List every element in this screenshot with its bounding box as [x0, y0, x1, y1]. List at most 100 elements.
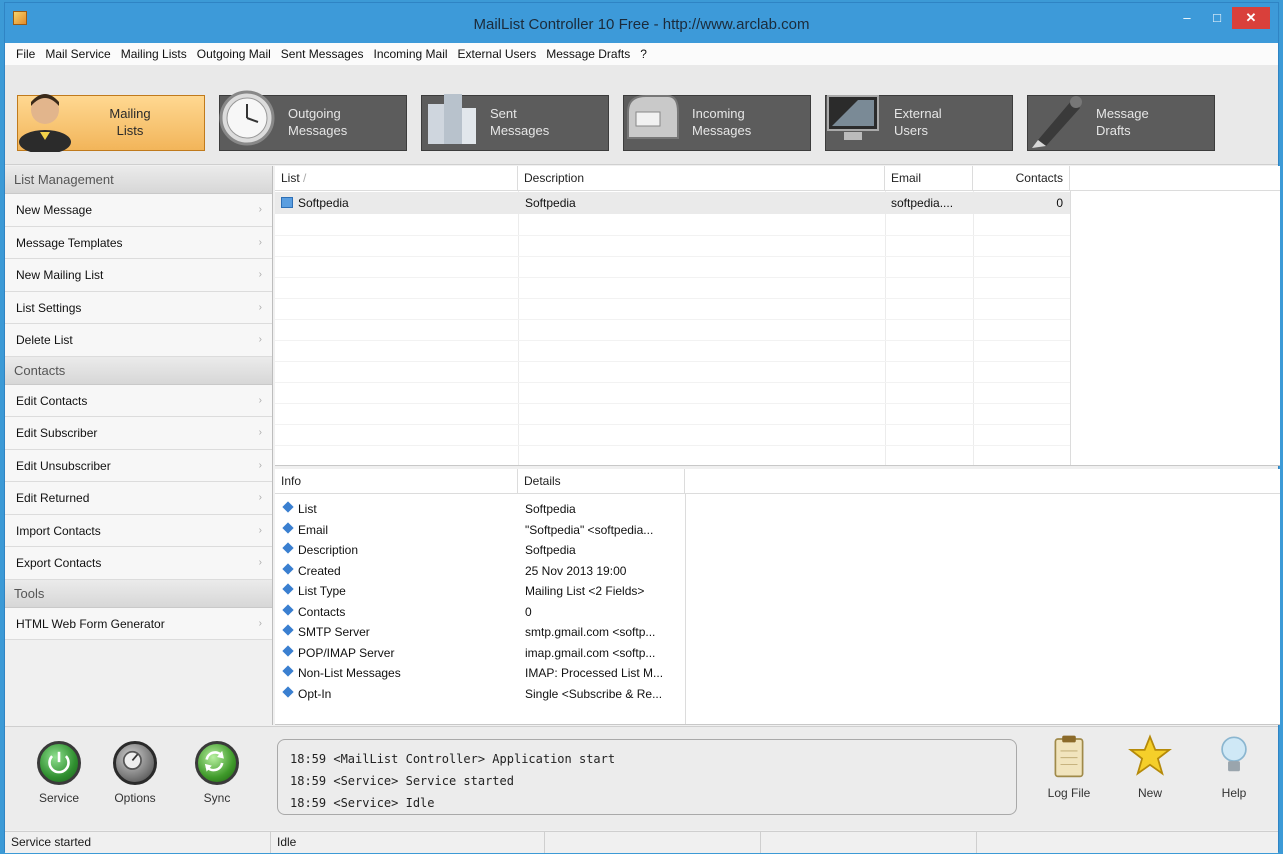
- button-label: Sync: [203, 791, 231, 805]
- tool-mailing-lists[interactable]: Mailing Lists: [17, 94, 205, 152]
- info-value: Mailing List <2 Fields>: [525, 584, 645, 598]
- row-divider: [275, 424, 1070, 425]
- status-service: Service started: [5, 832, 271, 853]
- minimize-button[interactable]: –: [1174, 7, 1200, 29]
- nav-label: New Mailing List: [16, 268, 104, 282]
- info-bullet-icon: [282, 665, 294, 677]
- tool-label: Incoming Messages: [692, 106, 752, 138]
- info-bullet-icon: [282, 624, 294, 636]
- info-row[interactable]: List Softpedia: [275, 499, 685, 520]
- menu-sent-messages[interactable]: Sent Messages: [276, 47, 369, 61]
- status-empty: [977, 832, 1193, 853]
- row-divider: [275, 445, 1070, 446]
- app-window: MailList Controller 10 Free - http://www…: [4, 2, 1280, 853]
- expand-arrow-icon: ›: [258, 394, 262, 406]
- info-row[interactable]: Contacts 0: [275, 602, 685, 623]
- maximize-button[interactable]: □: [1204, 7, 1230, 29]
- expand-arrow-icon: ›: [258, 459, 262, 471]
- section-tools[interactable]: Tools: [5, 579, 272, 608]
- menu-incoming-mail[interactable]: Incoming Mail: [369, 47, 453, 61]
- menu-mailing-lists[interactable]: Mailing Lists: [116, 47, 192, 61]
- nav-export-contacts[interactable]: Export Contacts ›: [5, 547, 272, 580]
- section-contacts[interactable]: Contacts: [5, 356, 272, 385]
- nav-label: HTML Web Form Generator: [16, 616, 165, 631]
- nav-label: Edit Contacts: [16, 393, 88, 408]
- help-button[interactable]: Help: [1207, 733, 1261, 800]
- column-label: List: [281, 171, 300, 185]
- nav-label: Edit Returned: [16, 491, 90, 505]
- column-header-list[interactable]: List /: [275, 166, 518, 191]
- column-header-contacts[interactable]: Contacts: [973, 166, 1070, 191]
- log-file-button[interactable]: Log File: [1042, 733, 1096, 800]
- info-row[interactable]: Created 25 Nov 2013 19:00: [275, 561, 685, 582]
- button-label: Service: [38, 791, 79, 805]
- window-title: MailList Controller 10 Free - http://www…: [473, 16, 810, 33]
- info-bullet-icon: [282, 603, 294, 616]
- menu-external-users[interactable]: External Users: [453, 47, 542, 61]
- info-row[interactable]: Email "Softpedia" <softpedia...: [275, 520, 685, 541]
- nav-edit-returned[interactable]: Edit Returned ›: [5, 482, 272, 515]
- menu-mail-service[interactable]: Mail Service: [40, 47, 115, 61]
- service-button[interactable]: Service: [29, 741, 89, 805]
- menu-help[interactable]: ?: [635, 47, 652, 61]
- nav-label: Edit Unsubscriber: [16, 458, 111, 473]
- column-header-info[interactable]: Info: [275, 469, 518, 494]
- status-empty: [545, 832, 761, 853]
- info-row[interactable]: Opt-In Single <Subscribe & Re...: [275, 684, 685, 705]
- info-key: Email: [298, 522, 329, 537]
- log-line: 18:59 <MailList Controller> Application …: [290, 752, 616, 766]
- info-row[interactable]: POP/IMAP Server imap.gmail.com <softp...: [275, 643, 685, 664]
- info-bullet-icon: [282, 521, 294, 534]
- info-row[interactable]: List Type Mailing List <2 Fields>: [275, 581, 685, 602]
- menu-outgoing-mail[interactable]: Outgoing Mail: [192, 47, 276, 61]
- tool-label: External Users: [894, 106, 942, 138]
- column-header-description[interactable]: Description: [518, 166, 885, 191]
- cell-contacts: 0: [1056, 196, 1063, 210]
- nav-edit-subscriber[interactable]: Edit Subscriber ›: [5, 417, 272, 450]
- menu-file[interactable]: File: [11, 47, 40, 61]
- tool-label: Sent Messages: [490, 106, 550, 138]
- info-row[interactable]: SMTP Server smtp.gmail.com <softp...: [275, 622, 685, 643]
- button-label: New: [1137, 786, 1162, 800]
- tool-message-drafts[interactable]: Message Drafts: [1027, 95, 1215, 151]
- title-bar[interactable]: MailList Controller 10 Free - http://www…: [5, 3, 1278, 43]
- nav-label: Delete List: [16, 333, 73, 347]
- info-row[interactable]: Description Softpedia: [275, 540, 685, 561]
- left-panel: List Management New Message › Message Tem…: [5, 166, 273, 725]
- nav-edit-contacts[interactable]: Edit Contacts ›: [5, 384, 272, 417]
- column-header-email[interactable]: Email: [885, 166, 973, 191]
- nav-list-settings[interactable]: List Settings ›: [5, 291, 272, 324]
- options-button[interactable]: Options: [105, 741, 165, 805]
- close-button[interactable]: ✕: [1232, 7, 1270, 29]
- info-bullet-icon: [282, 644, 294, 657]
- log-line: 18:59 <Service> Service started: [290, 774, 514, 788]
- section-list-management[interactable]: List Management: [5, 166, 272, 194]
- row-divider: [275, 361, 1070, 362]
- nav-edit-unsubscriber[interactable]: Edit Unsubscriber ›: [5, 449, 272, 482]
- nav-new-message[interactable]: New Message ›: [5, 194, 272, 227]
- info-bullet-icon: [282, 583, 294, 595]
- power-icon: [37, 741, 81, 785]
- nav-html-web-form-generator[interactable]: HTML Web Form Generator ›: [5, 607, 272, 640]
- sync-button[interactable]: Sync: [187, 741, 247, 805]
- column-header-details[interactable]: Details: [518, 469, 685, 494]
- info-key: List: [298, 502, 317, 516]
- menu-message-drafts[interactable]: Message Drafts: [541, 47, 635, 61]
- building-icon: [428, 94, 476, 144]
- nav-message-templates[interactable]: Message Templates ›: [5, 226, 272, 259]
- info-value: Single <Subscribe & Re...: [525, 686, 663, 701]
- tool-incoming-messages[interactable]: Incoming Messages: [623, 95, 811, 151]
- info-key: Opt-In: [298, 686, 332, 701]
- tool-external-users[interactable]: External Users: [825, 95, 1013, 151]
- row-divider: [275, 403, 1070, 404]
- tool-outgoing-messages[interactable]: Outgoing Messages: [219, 90, 407, 151]
- new-button[interactable]: New: [1123, 733, 1177, 800]
- list-icon: [281, 197, 293, 208]
- nav-delete-list[interactable]: Delete List ›: [5, 324, 272, 357]
- nav-import-contacts[interactable]: Import Contacts ›: [5, 514, 272, 547]
- nav-new-mailing-list[interactable]: New Mailing List ›: [5, 259, 272, 292]
- cell-list: Softpedia: [298, 196, 349, 210]
- tool-sent-messages[interactable]: Sent Messages: [421, 94, 609, 151]
- lightbulb-icon: [1221, 736, 1247, 772]
- info-row[interactable]: Non-List Messages IMAP: Processed List M.…: [275, 663, 685, 684]
